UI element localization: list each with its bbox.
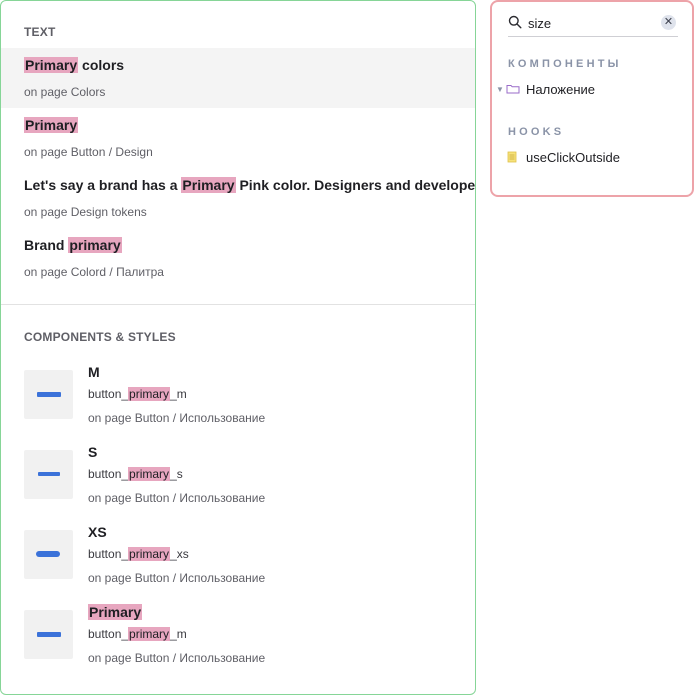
tree-item-label: Наложение	[526, 81, 596, 97]
component-style-name: button_primary_xs	[88, 547, 189, 561]
result-title: Primary colors	[24, 57, 125, 73]
component-thumbnail	[24, 610, 73, 659]
component-thumbnail	[24, 530, 73, 579]
match-highlight: primary	[128, 547, 171, 561]
match-highlight: Primary	[181, 177, 236, 193]
result-text-item[interactable]: Primary on page Button / Design	[1, 108, 475, 168]
match-highlight: Primary	[24, 57, 79, 73]
close-icon: ✕	[663, 16, 674, 28]
result-page: on page Button / Использование	[88, 651, 266, 665]
component-style-name: button_primary_m	[88, 387, 187, 401]
tree-group-label: HOOKS	[508, 126, 565, 138]
component-result-item[interactable]: M button_primary_m on page Button / Испо…	[1, 364, 475, 444]
search-input[interactable]	[528, 13, 648, 33]
tree-search-panel: ✕ КОМПОНЕНТЫ ▼ Наложение HOOKS useClickO…	[490, 0, 694, 197]
search-icon	[508, 15, 522, 29]
component-result-item[interactable]: XS button_primary_xs on page Button / Ис…	[1, 524, 475, 604]
component-thumbnail	[24, 370, 73, 419]
component-name: M	[88, 364, 100, 380]
text-section-title: TEXT	[24, 25, 56, 39]
tree-item-folder[interactable]: ▼ Наложение	[496, 80, 595, 98]
match-highlight: primary	[128, 627, 171, 641]
result-page: on page Button / Использование	[88, 411, 266, 425]
component-thumbnail	[24, 450, 73, 499]
result-page: on page Button / Design	[24, 145, 153, 159]
chevron-down-icon[interactable]: ▼	[496, 85, 506, 94]
clear-search-button[interactable]: ✕	[661, 15, 676, 30]
component-name: S	[88, 444, 98, 460]
result-title: Brand primary	[24, 237, 122, 253]
result-page: on page Button / Использование	[88, 571, 266, 585]
match-highlight: primary	[128, 467, 171, 481]
document-icon	[507, 151, 517, 163]
component-style-name: button_primary_m	[88, 627, 187, 641]
result-title: Primary	[24, 117, 79, 133]
match-highlight: Primary	[88, 604, 143, 620]
result-text-item[interactable]: Primary colors on page Colors	[1, 48, 475, 108]
result-page: on page Colord / Палитра	[24, 265, 164, 279]
component-style-name: button_primary_s	[88, 467, 183, 481]
match-highlight: primary	[68, 237, 122, 253]
components-section-title: COMPONENTS & STYLES	[24, 330, 176, 344]
search-results-panel: TEXT Primary colors on page Colors Prima…	[0, 0, 476, 695]
button-preview	[38, 472, 60, 476]
match-highlight: primary	[128, 387, 171, 401]
button-preview	[37, 392, 61, 397]
folder-icon	[506, 85, 520, 94]
button-preview	[37, 632, 61, 637]
result-text-item[interactable]: Let's say a brand has a Primary Pink col…	[1, 168, 475, 228]
tree-item-hook[interactable]: useClickOutside	[496, 148, 620, 166]
result-text-item[interactable]: Brand primary on page Colord / Палитра	[1, 228, 475, 288]
tree-group-label: КОМПОНЕНТЫ	[508, 58, 622, 70]
search-bar: ✕	[508, 12, 678, 37]
section-divider	[1, 304, 475, 305]
component-name: Primary	[88, 604, 143, 620]
component-result-item[interactable]: Primary button_primary_m on page Button …	[1, 604, 475, 684]
component-name: XS	[88, 524, 107, 540]
result-page: on page Design tokens	[24, 205, 147, 219]
tree-item-label: useClickOutside	[526, 149, 620, 165]
result-page: on page Colors	[24, 85, 106, 99]
match-highlight: Primary	[24, 117, 79, 133]
button-preview	[36, 551, 60, 557]
result-title: Let's say a brand has a Primary Pink col…	[24, 177, 476, 193]
component-result-item[interactable]: S button_primary_s on page Button / Испо…	[1, 444, 475, 524]
result-page: on page Button / Использование	[88, 491, 266, 505]
